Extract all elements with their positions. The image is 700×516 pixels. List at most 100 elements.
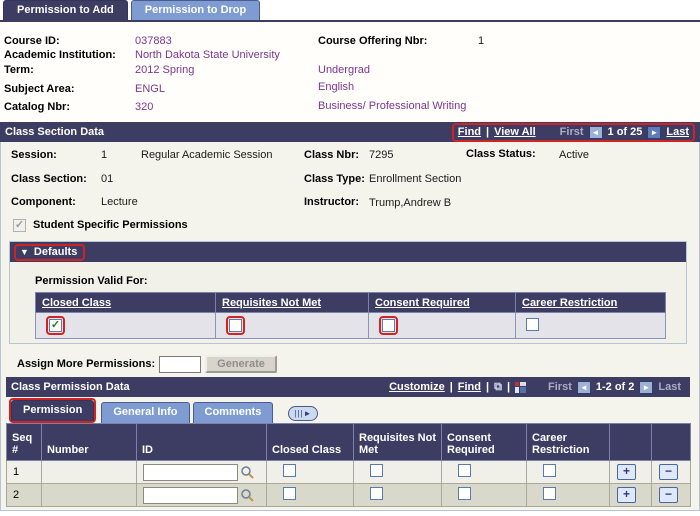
show-all-columns-icon[interactable]: |||►	[288, 406, 318, 421]
assign-more-permissions-label: Assign More Permissions:	[17, 358, 155, 370]
class-type-label: Class Type:	[304, 173, 365, 185]
row-career-restriction-checkbox[interactable]	[543, 464, 556, 477]
delete-row-button[interactable]: −	[659, 487, 678, 503]
tab-general-info[interactable]: General Info	[101, 402, 189, 423]
seq-value: 2	[7, 484, 42, 507]
view-all-popup-icon[interactable]: ⧉	[494, 381, 502, 394]
row-consent-required-checkbox[interactable]	[458, 464, 471, 477]
course-id-value: 037883	[135, 35, 172, 47]
header-seq: Seq #	[7, 424, 42, 461]
grid-next-icon[interactable]: ►	[639, 381, 653, 394]
row-career-restriction-checkbox[interactable]	[543, 487, 556, 500]
session-desc: Regular Academic Session	[141, 149, 272, 161]
next-row-icon[interactable]: ►	[647, 126, 661, 139]
header-id: ID	[137, 424, 267, 461]
tab-permission[interactable]: Permission	[11, 400, 94, 421]
seq-value: 1	[7, 461, 42, 484]
catalog-nbr-value: 320	[135, 101, 153, 113]
header-closed-class: Closed Class	[267, 424, 354, 461]
default-requisites-not-met-checkbox[interactable]	[229, 319, 242, 332]
course-offering-value: 1	[478, 35, 484, 47]
tab-permission-to-drop[interactable]: Permission to Drop	[131, 0, 260, 20]
separator: |	[486, 381, 489, 393]
lookup-magnifier-icon[interactable]	[240, 488, 255, 503]
default-consent-required-checkbox[interactable]	[382, 319, 395, 332]
valid-for-header-consent-required[interactable]: Consent Required	[375, 297, 470, 309]
defaults-collapse-control[interactable]: ▼ Defaults	[14, 244, 85, 261]
grid-first-label: First	[548, 381, 572, 393]
grid-position: 1-2 of 2	[596, 381, 635, 393]
subject-desc-value: English	[318, 81, 354, 93]
row-requisites-not-met-checkbox[interactable]	[370, 487, 383, 500]
academic-institution-value: North Dakota State University	[135, 49, 280, 61]
header-career-restriction: Career Restriction	[527, 424, 610, 461]
assign-more-permissions-row: Assign More Permissions: Generate	[17, 355, 277, 373]
header-requisites-not-met: Requisites Not Met	[354, 424, 442, 461]
course-title-value: Business/ Professional Writing	[318, 100, 466, 112]
permission-valid-for-table: Closed Class Requisites Not Met Consent …	[35, 292, 666, 339]
find-link[interactable]: Find	[458, 126, 481, 138]
valid-for-header-career-restriction[interactable]: Career Restriction	[522, 297, 617, 309]
grid-previous-icon[interactable]: ◄	[577, 381, 591, 394]
defaults-group: ▼ Defaults Permission Valid For: Closed …	[9, 241, 687, 344]
subject-area-value: ENGL	[135, 83, 165, 95]
class-section-data-bar: Class Section Data Find | View All First…	[0, 122, 700, 142]
id-input[interactable]	[143, 464, 238, 481]
previous-row-icon[interactable]: ◄	[589, 126, 603, 139]
class-status-value: Active	[559, 149, 589, 161]
grid-find-link[interactable]: Find	[458, 381, 481, 393]
academic-institution-label: Academic Institution:	[4, 49, 116, 61]
valid-for-header-closed-class[interactable]: Closed Class	[42, 297, 111, 309]
permission-valid-for-label: Permission Valid For:	[35, 275, 147, 287]
delete-row-button[interactable]: −	[659, 464, 678, 480]
course-header: Course ID: 037883 Course Offering Nbr: 1…	[0, 22, 700, 122]
grid-tab-strip: Permission General Info Comments |||►	[9, 398, 318, 423]
class-section-panel: Session: 1 Regular Academic Session Clas…	[0, 142, 700, 511]
add-row-button[interactable]: +	[617, 464, 636, 480]
term-label: Term:	[4, 64, 34, 76]
header-add-col	[610, 424, 652, 461]
grid-row-1: 1 + −	[7, 461, 691, 484]
term-value: 2012 Spring	[135, 64, 194, 76]
download-grid-icon[interactable]	[515, 382, 526, 393]
row-requisites-not-met-checkbox[interactable]	[370, 464, 383, 477]
id-input[interactable]	[143, 487, 238, 504]
class-nbr-value: 7295	[369, 149, 393, 161]
course-id-label: Course ID:	[4, 35, 60, 47]
assign-more-permissions-input[interactable]	[159, 356, 201, 373]
session-value: 1	[101, 149, 107, 161]
section-position: 1 of 25	[608, 126, 643, 138]
customize-link[interactable]: Customize	[389, 381, 445, 393]
default-closed-class-checkbox[interactable]: ✓	[49, 319, 62, 332]
last-link[interactable]: Last	[666, 126, 689, 138]
default-career-restriction-checkbox[interactable]	[526, 318, 539, 331]
tab-comments[interactable]: Comments	[193, 402, 274, 423]
class-section-data-title: Class Section Data	[5, 126, 104, 138]
separator: |	[450, 381, 453, 393]
collapse-triangle-icon: ▼	[20, 247, 29, 257]
generate-button[interactable]: Generate	[205, 355, 277, 373]
class-permission-grid: Seq # Number ID Closed Class Requisites …	[6, 423, 691, 507]
session-label: Session:	[11, 149, 57, 161]
add-row-button[interactable]: +	[617, 487, 636, 503]
class-nbr-label: Class Nbr:	[304, 149, 359, 161]
number-value	[42, 484, 137, 507]
course-offering-label: Course Offering Nbr:	[318, 35, 427, 47]
defaults-bar: ▼ Defaults	[10, 242, 686, 262]
defaults-title: Defaults	[34, 246, 77, 258]
separator: |	[507, 381, 510, 393]
class-permission-data-title: Class Permission Data	[11, 381, 130, 393]
instructor-label: Instructor:	[304, 196, 359, 208]
separator: |	[486, 126, 489, 138]
lookup-magnifier-icon[interactable]	[240, 465, 255, 480]
view-all-link[interactable]: View All	[494, 126, 536, 138]
valid-for-header-requisites-not-met[interactable]: Requisites Not Met	[222, 297, 321, 309]
row-closed-class-checkbox[interactable]	[283, 487, 296, 500]
class-section-value: 01	[101, 173, 113, 185]
row-closed-class-checkbox[interactable]	[283, 464, 296, 477]
component-label: Component:	[11, 196, 76, 208]
grid-row-2: 2 + −	[7, 484, 691, 507]
student-specific-permissions-checkbox: ✓	[13, 219, 26, 232]
row-consent-required-checkbox[interactable]	[458, 487, 471, 500]
tab-permission-to-add[interactable]: Permission to Add	[3, 0, 128, 20]
